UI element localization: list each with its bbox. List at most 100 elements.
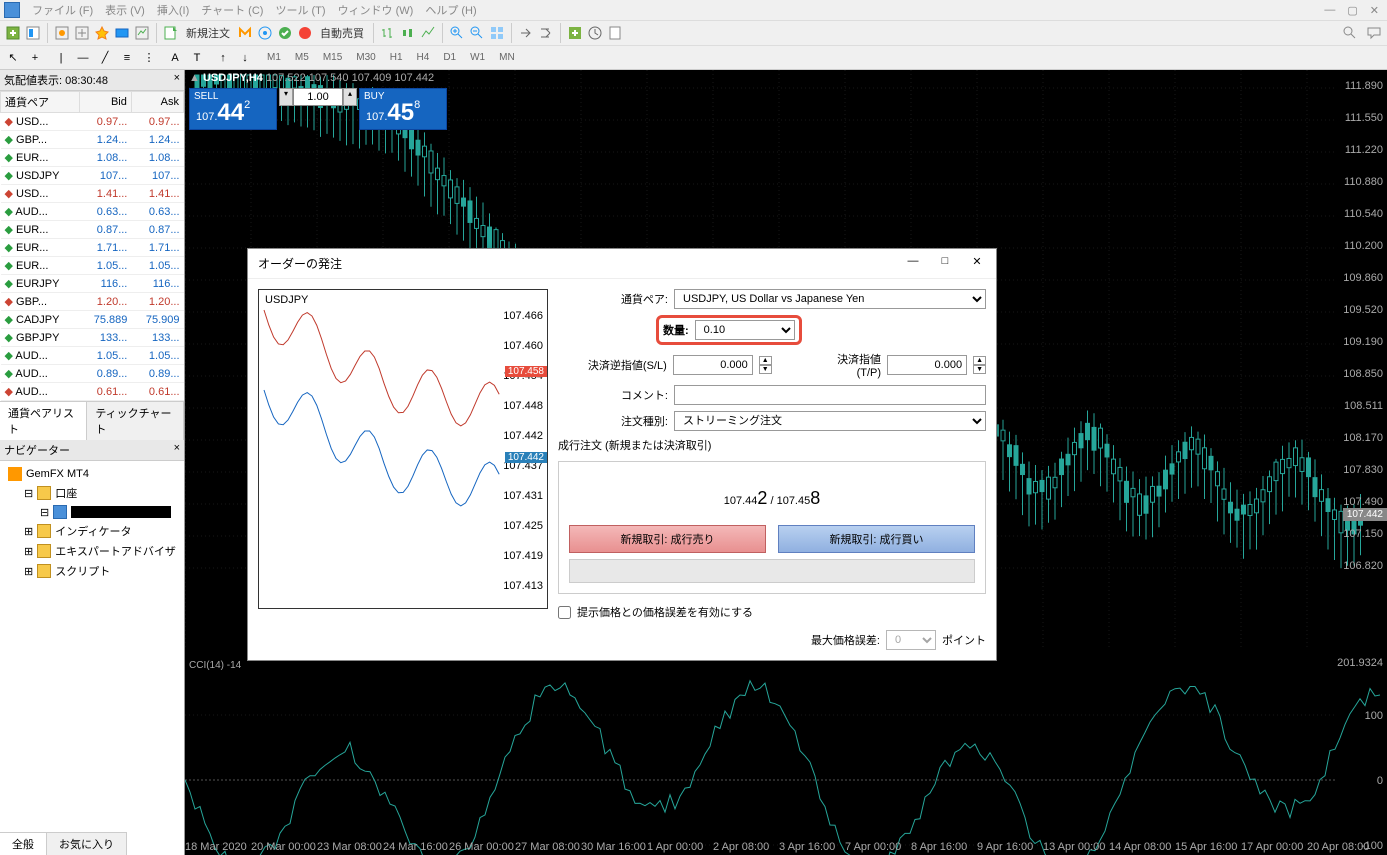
search-icon[interactable] <box>1341 24 1359 42</box>
hline-icon[interactable]: — <box>74 49 92 67</box>
tab-tick-chart[interactable]: ティックチャート <box>87 402 184 440</box>
periods-icon[interactable] <box>586 24 604 42</box>
tile-icon[interactable] <box>488 24 506 42</box>
market-watch-row[interactable]: ◆ CADJPY75.88975.909 <box>1 311 184 329</box>
deviation-checkbox[interactable] <box>558 606 571 619</box>
market-watch-row[interactable]: ◆ EUR...0.87...0.87... <box>1 221 184 239</box>
tf-m30[interactable]: M30 <box>351 50 380 65</box>
menu-insert[interactable]: 挿入(I) <box>157 2 189 18</box>
menu-tools[interactable]: ツール (T) <box>275 2 325 18</box>
comment-input[interactable] <box>674 385 986 405</box>
new-order-button[interactable]: 新規注文 <box>182 25 234 41</box>
signals-icon[interactable] <box>256 24 274 42</box>
col-ask[interactable]: Ask <box>131 92 183 113</box>
tab-symbol-list[interactable]: 通貨ペアリスト <box>0 402 87 440</box>
minimize-icon[interactable]: — <box>1320 4 1339 17</box>
autotrade-button[interactable]: 自動売買 <box>316 25 368 41</box>
market-watch-row[interactable]: ◆ AUD...0.61...0.61... <box>1 383 184 401</box>
col-bid[interactable]: Bid <box>79 92 131 113</box>
profiles-icon[interactable] <box>24 24 42 42</box>
zoom-out-icon[interactable] <box>468 24 486 42</box>
sl-up-icon[interactable]: ▲ <box>759 356 772 365</box>
tf-d1[interactable]: D1 <box>438 50 461 65</box>
shift-icon[interactable] <box>517 24 535 42</box>
market-watch-row[interactable]: ◆ AUD...0.89...0.89... <box>1 365 184 383</box>
market-watch-row[interactable]: ◆ EUR...1.08...1.08... <box>1 149 184 167</box>
terminal-icon[interactable] <box>113 24 131 42</box>
tab-favorites[interactable]: お気に入り <box>47 833 127 855</box>
line-chart-icon[interactable] <box>419 24 437 42</box>
tree-account-item[interactable]: ⊟ <box>4 503 180 521</box>
market-watch-icon[interactable] <box>53 24 71 42</box>
tp-up-icon[interactable]: ▲ <box>973 356 986 365</box>
autotrade-icon[interactable] <box>296 24 314 42</box>
tab-general[interactable]: 全般 <box>0 833 47 855</box>
candle-chart-icon[interactable] <box>399 24 417 42</box>
sl-input[interactable] <box>673 355 753 375</box>
meta-icon[interactable] <box>236 24 254 42</box>
tree-root[interactable]: GemFX MT4 <box>4 465 180 483</box>
market-watch-row[interactable]: ◆ USD...1.41...1.41... <box>1 185 184 203</box>
crosshair-icon[interactable]: + <box>26 49 44 67</box>
menu-help[interactable]: ヘルプ (H) <box>425 2 476 18</box>
fibo-icon[interactable]: ⋮ <box>140 49 158 67</box>
tf-mn[interactable]: MN <box>494 50 520 65</box>
one-click-buy[interactable]: BUY 107.458 <box>359 88 447 130</box>
market-watch-row[interactable]: ◆ GBP...1.24...1.24... <box>1 131 184 149</box>
navigator-close-icon[interactable]: × <box>174 442 180 458</box>
strategy-tester-icon[interactable] <box>133 24 151 42</box>
menu-chart[interactable]: チャート (C) <box>201 2 263 18</box>
label-icon[interactable]: T <box>188 49 206 67</box>
pair-select[interactable]: USDJPY, US Dollar vs Japanese Yen <box>674 289 986 309</box>
market-watch-row[interactable]: ◆ AUD...1.05...1.05... <box>1 347 184 365</box>
zoom-in-icon[interactable] <box>448 24 466 42</box>
market-icon[interactable] <box>276 24 294 42</box>
autoscroll-icon[interactable] <box>537 24 555 42</box>
menu-view[interactable]: 表示 (V) <box>105 2 145 18</box>
market-watch-row[interactable]: ◆ GBPJPY133...133... <box>1 329 184 347</box>
close-icon[interactable]: ✕ <box>1366 4 1383 17</box>
dialog-close-icon[interactable]: ✕ <box>968 255 986 272</box>
tree-experts[interactable]: ⊞エキスパートアドバイザ <box>4 541 180 561</box>
new-chart-icon[interactable] <box>4 24 22 42</box>
menu-file[interactable]: ファイル (F) <box>32 2 93 18</box>
trendline-icon[interactable]: ╱ <box>96 49 114 67</box>
cursor-icon[interactable]: ↖ <box>4 49 22 67</box>
tf-m1[interactable]: M1 <box>262 50 286 65</box>
tf-m5[interactable]: M5 <box>290 50 314 65</box>
one-click-lot[interactable] <box>293 88 343 106</box>
tp-down-icon[interactable]: ▼ <box>973 365 986 374</box>
tree-scripts[interactable]: ⊞スクリプト <box>4 561 180 581</box>
tf-m15[interactable]: M15 <box>318 50 347 65</box>
maximize-icon[interactable]: ▢ <box>1343 4 1361 17</box>
market-buy-button[interactable]: 新規取引: 成行買い <box>778 525 975 553</box>
channel-icon[interactable]: ≡ <box>118 49 136 67</box>
market-watch-row[interactable]: ◆ GBP...1.20...1.20... <box>1 293 184 311</box>
vline-icon[interactable]: | <box>52 49 70 67</box>
col-symbol[interactable]: 通貨ペア <box>1 92 80 113</box>
menu-window[interactable]: ウィンドウ (W) <box>338 2 414 18</box>
sl-down-icon[interactable]: ▼ <box>759 365 772 374</box>
navigator-icon[interactable] <box>93 24 111 42</box>
market-watch-close-icon[interactable]: × <box>174 72 180 88</box>
lot-down-icon[interactable]: ▾ <box>279 88 293 106</box>
type-select[interactable]: ストリーミング注文 <box>674 411 986 431</box>
bar-chart-icon[interactable] <box>379 24 397 42</box>
text-icon[interactable]: A <box>166 49 184 67</box>
market-watch-row[interactable]: ◆ EUR...1.05...1.05... <box>1 257 184 275</box>
templates-icon[interactable] <box>606 24 624 42</box>
lot-up-icon[interactable]: ▴ <box>343 88 357 106</box>
arrow-up-icon[interactable]: ↑ <box>214 49 232 67</box>
tf-h1[interactable]: H1 <box>385 50 408 65</box>
market-watch-row[interactable]: ◆ USD...0.97...0.97... <box>1 113 184 131</box>
arrow-down-icon[interactable]: ↓ <box>236 49 254 67</box>
volume-select[interactable]: 0.10 <box>695 320 795 340</box>
data-window-icon[interactable] <box>73 24 91 42</box>
market-watch-row[interactable]: ◆ AUD...0.63...0.63... <box>1 203 184 221</box>
tf-w1[interactable]: W1 <box>465 50 490 65</box>
tf-h4[interactable]: H4 <box>412 50 435 65</box>
tree-indicators[interactable]: ⊞インディケータ <box>4 521 180 541</box>
market-watch-row[interactable]: ◆ EURJPY116...116... <box>1 275 184 293</box>
tree-accounts[interactable]: ⊟口座 <box>4 483 180 503</box>
indicators-icon[interactable] <box>566 24 584 42</box>
